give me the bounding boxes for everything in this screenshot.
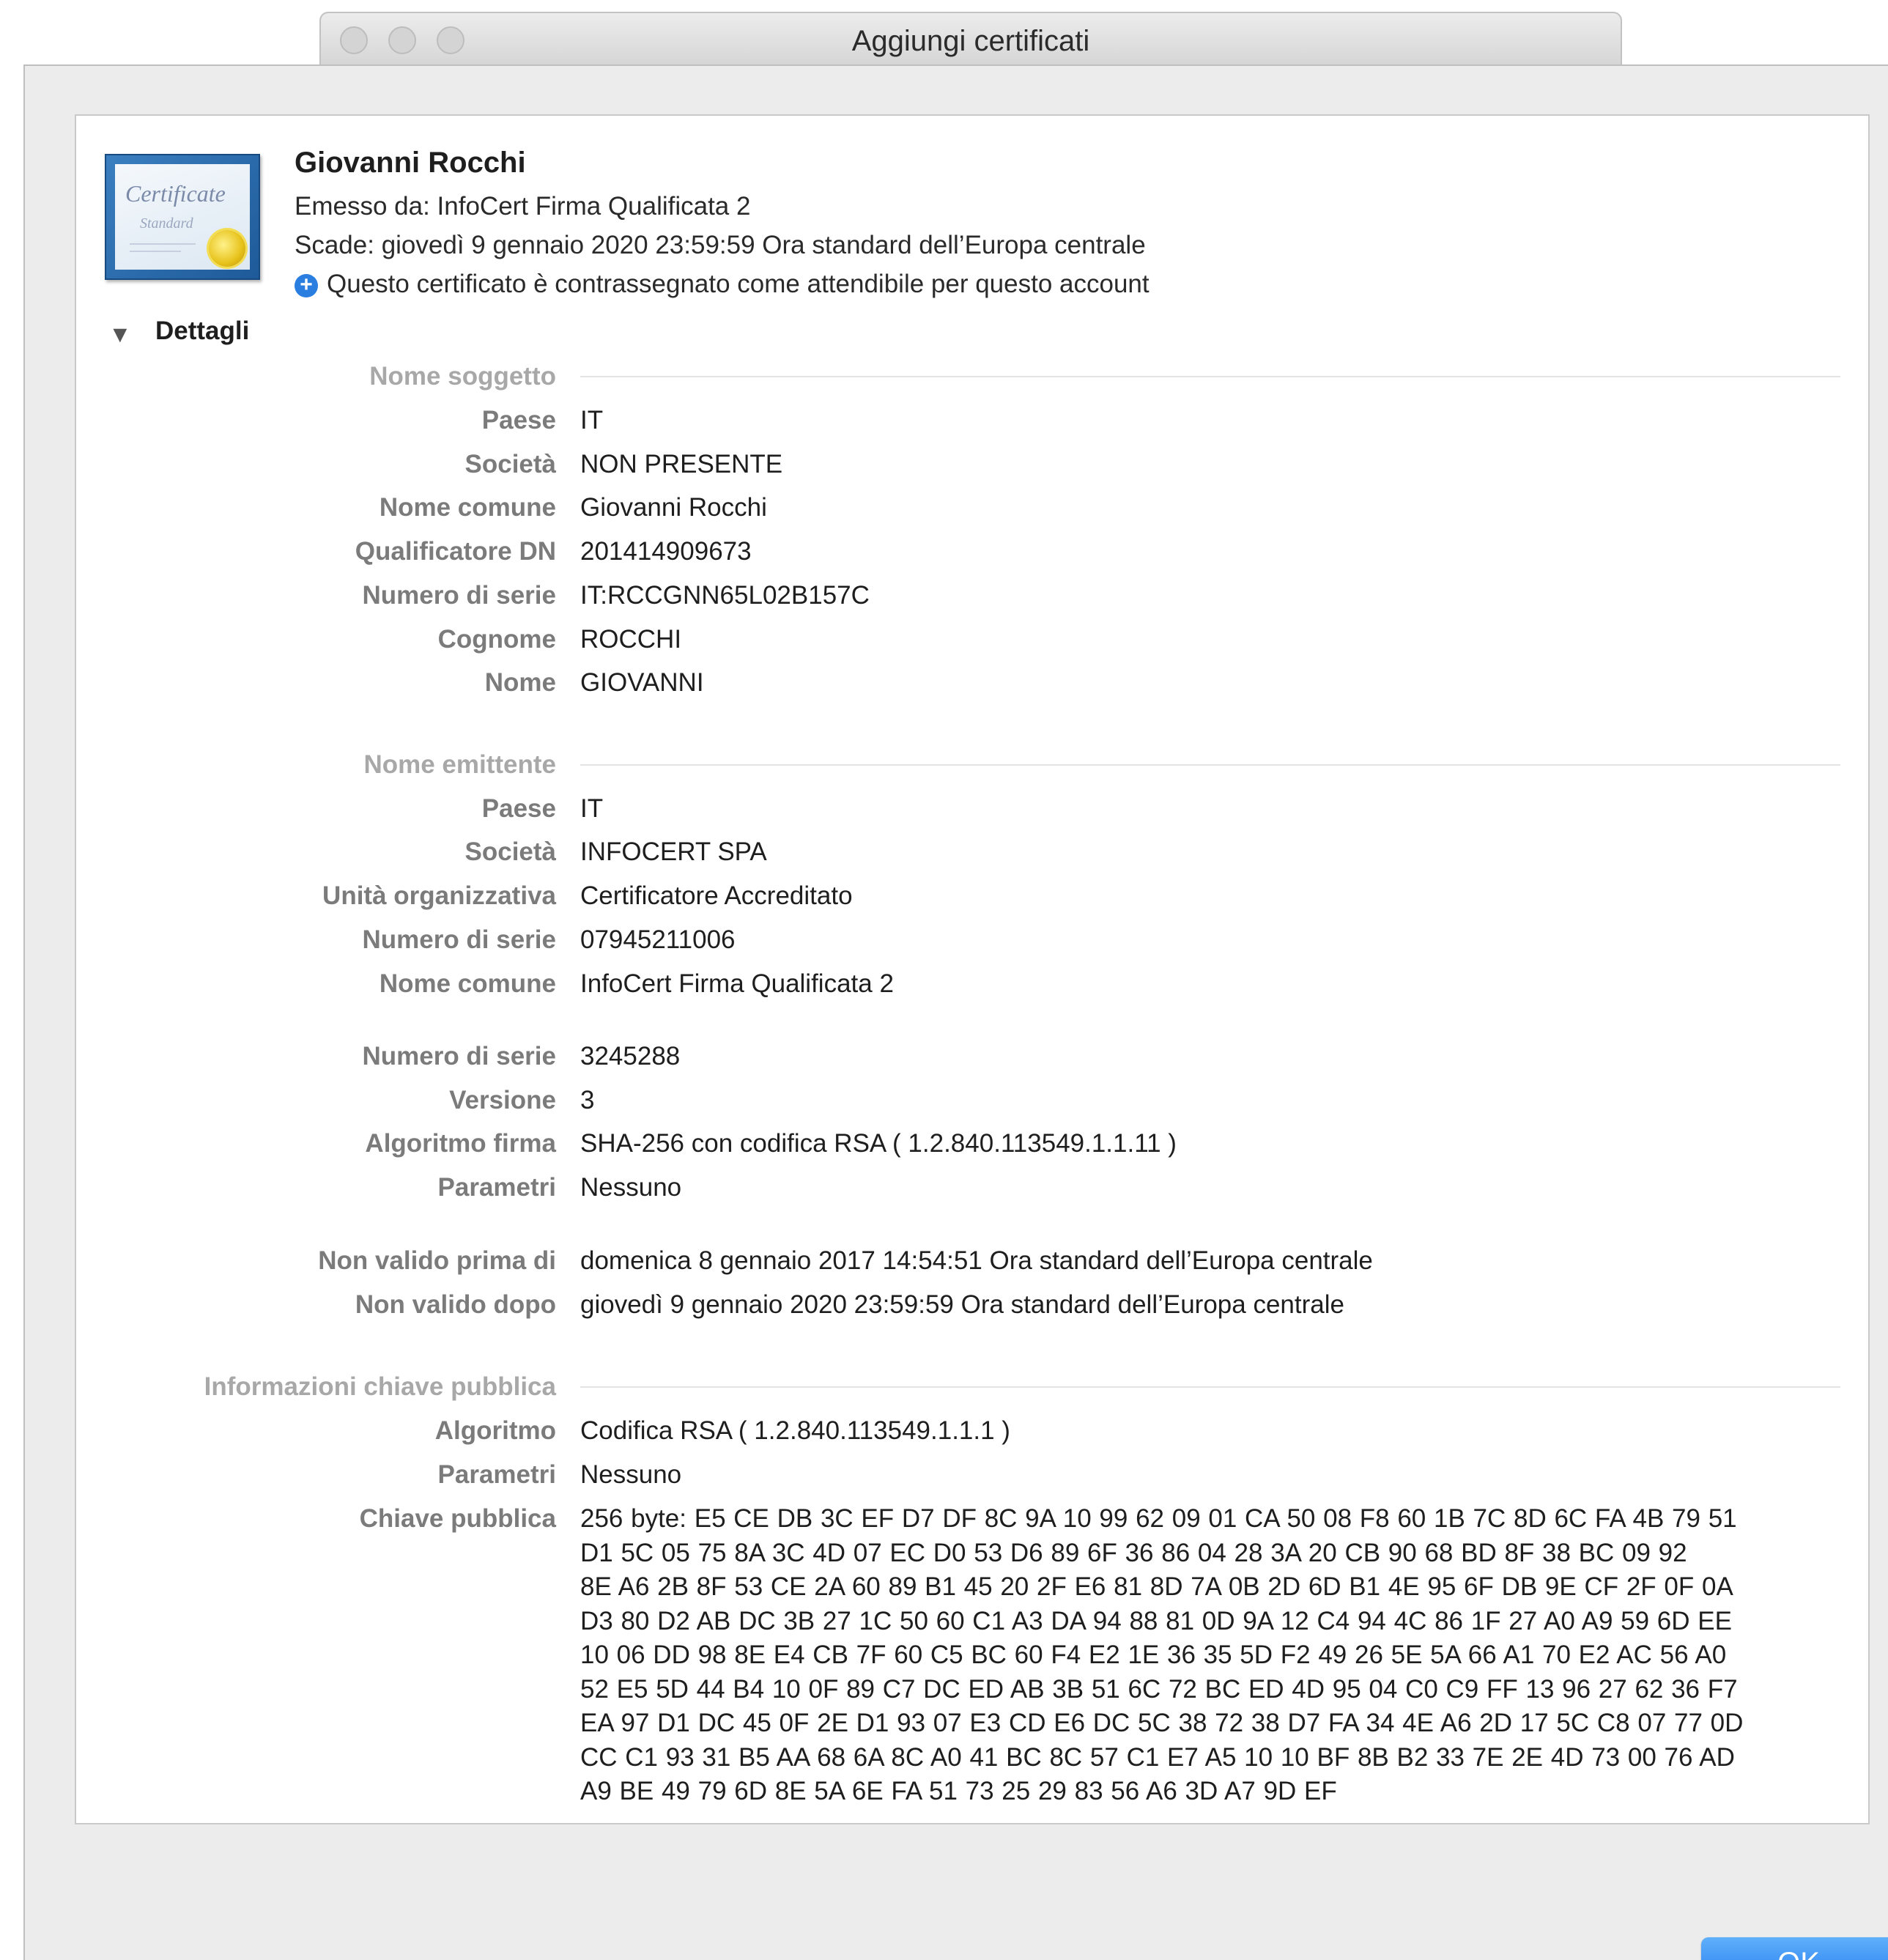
- subject-dn-qualifier-label: Qualificatore DN: [355, 537, 556, 566]
- signature-parameters-label: Parametri: [437, 1173, 556, 1202]
- triangle-down-icon[interactable]: ▼: [108, 321, 132, 348]
- issuer-common-name-label: Nome comune: [379, 969, 556, 998]
- subject-dn-qualifier-value: 201414909673: [580, 537, 752, 566]
- public-key-line: EA 97 D1 DC 45 0F 2E D1 93 07 E3 CD E6 D…: [580, 1709, 1744, 1737]
- key-parameters-value: Nessuno: [580, 1460, 682, 1489]
- issuer-org-unit-value: Certificatore Accreditato: [580, 881, 853, 910]
- public-key-line: CC C1 93 31 B5 AA 68 6A 8C A0 41 BC 8C 5…: [580, 1742, 1735, 1772]
- public-key-line: A9 BE 49 79 6D 8E 5A 6E FA 51 73 25 29 8…: [580, 1777, 1337, 1805]
- public-key-line: 10 06 DD 98 8E E4 CB 7F 60 C5 BC 60 F4 E…: [580, 1641, 1727, 1669]
- signature-algorithm-value: SHA-256 con codifica RSA ( 1.2.840.11354…: [580, 1129, 1177, 1158]
- key-algorithm-value: Codifica RSA ( 1.2.840.113549.1.1.1 ): [580, 1416, 1010, 1445]
- issuer-country-label: Paese: [481, 794, 556, 823]
- issuer-org-unit-label: Unità organizzativa: [322, 881, 556, 910]
- serial-number-label: Numero di serie: [362, 1042, 556, 1070]
- key-algorithm-label: Algoritmo: [434, 1416, 556, 1445]
- version-label: Versione: [449, 1086, 556, 1114]
- subject-common-name-value: Giovanni Rocchi: [580, 493, 767, 522]
- issuer-serial-value: 07945211006: [580, 925, 736, 954]
- window-title: Aggiungi certificati: [851, 25, 1090, 57]
- public-key-line: D1 5C 05 75 8A 3C 4D 07 EC D0 53 D6 89 6…: [580, 1538, 1687, 1567]
- subject-country-label: Paese: [481, 406, 556, 434]
- serial-number-value: 3245288: [580, 1042, 681, 1070]
- issuer-serial-label: Numero di serie: [362, 925, 556, 954]
- subject-section-label: Nome soggetto: [369, 362, 556, 391]
- subject-surname-value: ROCCHI: [580, 625, 682, 654]
- key-parameters-label: Parametri: [437, 1460, 556, 1489]
- subject-serial-label: Numero di serie: [362, 581, 556, 610]
- subject-given-name-label: Nome: [484, 668, 556, 697]
- seal-icon: [209, 230, 245, 267]
- subject-company-label: Società: [464, 450, 557, 478]
- subject-separator: [580, 376, 1840, 377]
- public-key-line: 256 byte: E5 CE DB 3C EF D7 DF 8C 9A 10 …: [580, 1504, 1737, 1533]
- public-key-section-label: Informazioni chiave pubblica: [204, 1372, 556, 1401]
- issuer-common-name-value: InfoCert Firma Qualificata 2: [580, 969, 894, 998]
- not-valid-after-value: giovedì 9 gennaio 2020 23:59:59 Ora stan…: [580, 1290, 1344, 1319]
- window-titlebar[interactable]: Aggiungi certificati: [319, 12, 1622, 64]
- signature-parameters-value: Nessuno: [580, 1173, 682, 1202]
- expiry-date: Scade: giovedì 9 gennaio 2020 23:59:59 O…: [295, 231, 1146, 259]
- version-value: 3: [580, 1086, 595, 1114]
- plus-circle-icon: +: [295, 274, 318, 297]
- not-valid-before-value: domenica 8 gennaio 2017 14:54:51 Ora sta…: [580, 1246, 1373, 1275]
- certificate-icon-subtitle: Standard: [140, 215, 193, 232]
- public-key-label: Chiave pubblica: [359, 1504, 556, 1533]
- issuer-company-label: Società: [464, 837, 557, 866]
- public-key-line: 8E A6 2B 8F 53 CE 2A 60 89 B1 45 20 2F E…: [580, 1572, 1733, 1601]
- issuer-company-value: INFOCERT SPA: [580, 837, 767, 866]
- subject-common-name-label: Nome comune: [379, 493, 556, 522]
- public-key-line: D3 80 D2 AB DC 3B 27 1C 50 60 C1 A3 DA 9…: [580, 1606, 1732, 1635]
- not-valid-before-label: Non valido prima di: [318, 1246, 556, 1275]
- subject-serial-value: IT:RCCGNN65L02B157C: [580, 581, 870, 610]
- public-key-separator: [580, 1386, 1840, 1388]
- screen: Aggiungi certificati OK Certificate Stan…: [0, 0, 1888, 1960]
- trust-note: Questo certificato è contrassegnato come…: [327, 270, 1150, 298]
- subject-country-value: IT: [580, 406, 604, 434]
- public-key-value: 256 byte: E5 CE DB 3C EF D7 DF 8C 9A 10 …: [580, 1502, 1840, 1809]
- certificate-icon-title: Certificate: [125, 180, 226, 207]
- public-key-line: 52 E5 5D 44 B4 10 0F 89 C7 DC ED AB 3B 5…: [580, 1674, 1738, 1704]
- not-valid-after-label: Non valido dopo: [355, 1290, 556, 1319]
- subject-company-value: NON PRESENTE: [580, 450, 783, 478]
- issuer-section-label: Nome emittente: [363, 750, 556, 779]
- issued-by: Emesso da: InfoCert Firma Qualificata 2: [295, 192, 751, 221]
- issuer-separator: [580, 764, 1840, 766]
- subject-surname-label: Cognome: [437, 625, 556, 654]
- issuer-country-value: IT: [580, 794, 604, 823]
- certificate-icon: Certificate Standard: [105, 154, 260, 280]
- ok-button[interactable]: OK: [1701, 1937, 1888, 1960]
- certificate-name: Giovanni Rocchi: [295, 147, 526, 179]
- subject-given-name-value: GIOVANNI: [580, 668, 704, 697]
- details-toggle[interactable]: Dettagli: [155, 317, 249, 346]
- signature-algorithm-label: Algoritmo firma: [365, 1129, 556, 1158]
